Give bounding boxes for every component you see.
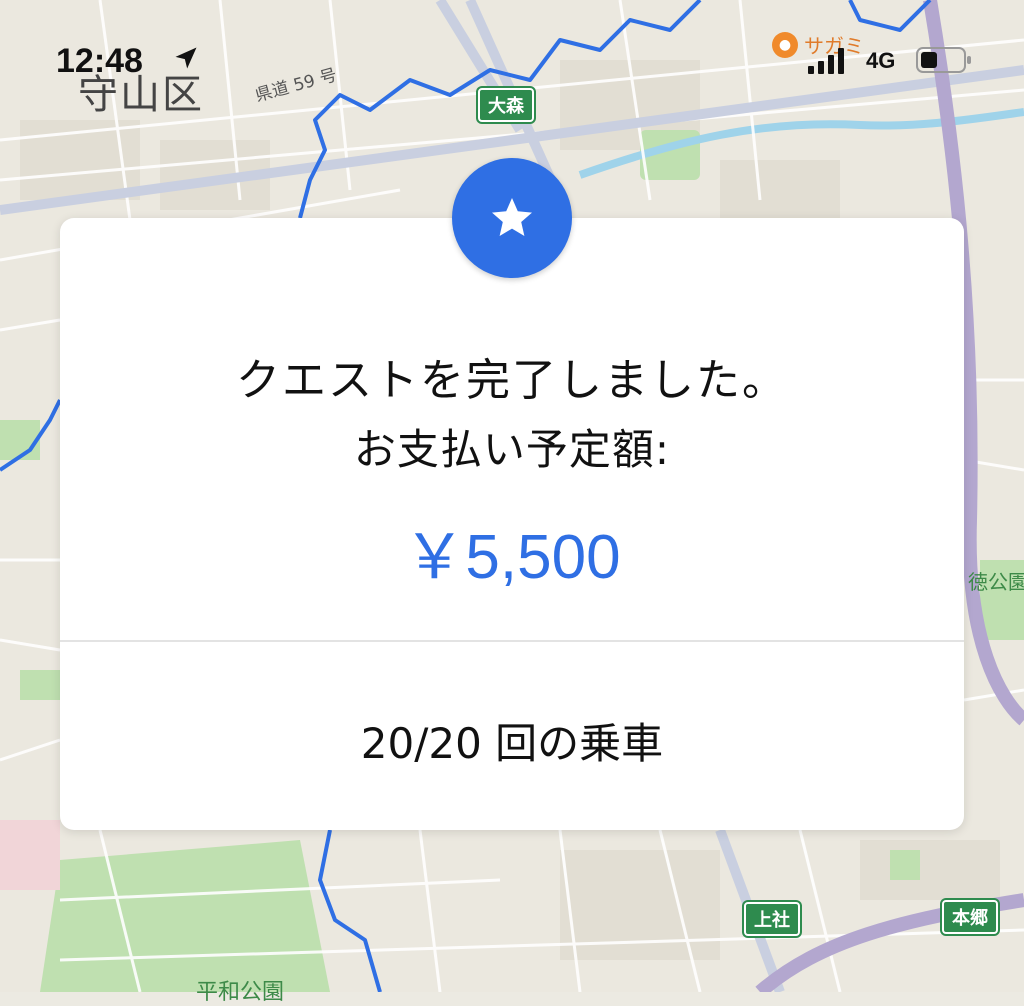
park-label-right: 徳公園 [968, 570, 1024, 594]
location-arrow-icon [175, 47, 197, 69]
battery-icon [916, 47, 971, 73]
status-bar: 12:48 4G [0, 0, 1024, 110]
payment-label: お支払い予定額: [353, 425, 671, 474]
status-time: 12:48 [56, 42, 143, 80]
cellular-signal-icon [808, 48, 844, 74]
network-type: 4G [866, 48, 896, 73]
quest-complete-card: クエストを完了しました。 お支払い予定額: ￥5,500 20/20 回の乗車 [60, 218, 964, 830]
card-divider [60, 640, 964, 642]
quest-complete-message: クエストを完了しました。 [236, 355, 788, 406]
station-kamiyashiro[interactable]: 上社 [744, 902, 800, 936]
star-badge [452, 158, 572, 278]
ride-count: 20/20 回の乗車 [360, 719, 664, 768]
station-hongo[interactable]: 本郷 [942, 900, 998, 934]
park-label-bottom: 平和公園 [196, 980, 285, 1005]
star-icon [492, 198, 532, 236]
payment-amount: ￥5,500 [403, 523, 621, 592]
